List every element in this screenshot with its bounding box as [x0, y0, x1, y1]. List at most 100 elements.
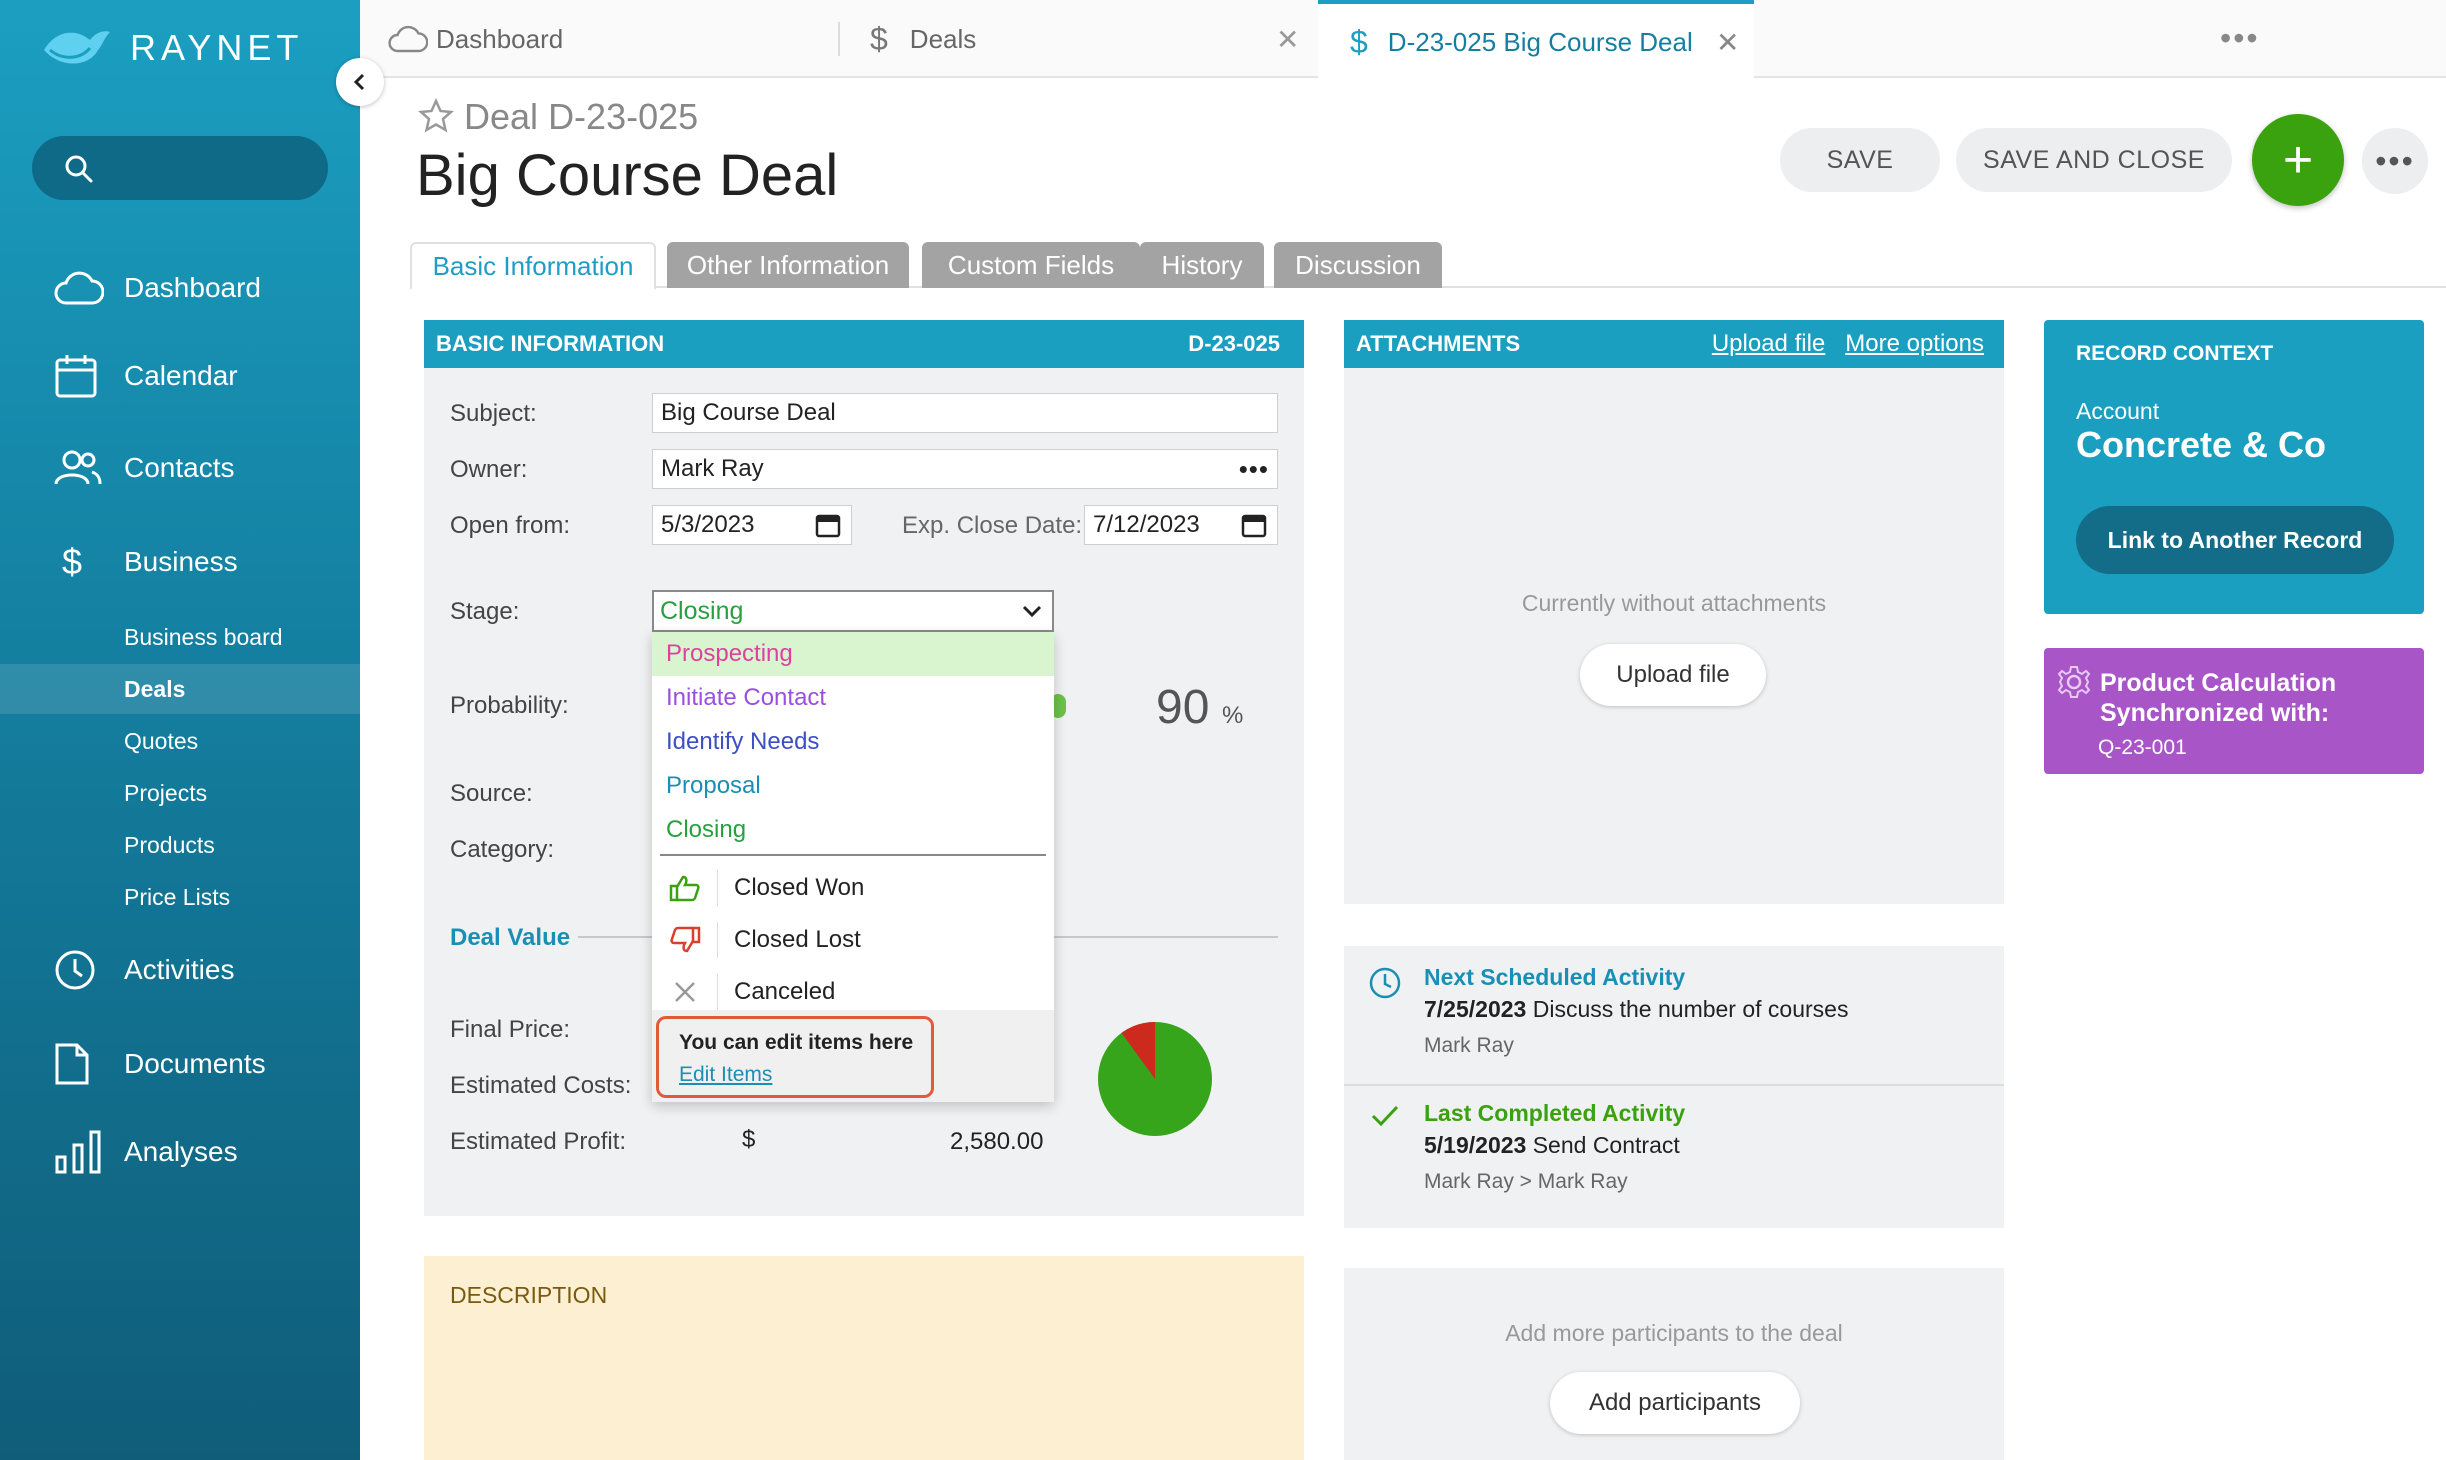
tab-close-icon[interactable]: ✕ — [1716, 26, 1739, 59]
stage-select[interactable]: Closing — [652, 590, 1054, 632]
exp-close-value: 7/12/2023 — [1093, 511, 1200, 538]
sidebar-item-label: Documents — [124, 1048, 266, 1079]
participants-panel: Add more participants to the deal Add pa… — [1344, 1268, 2004, 1460]
star-icon[interactable] — [418, 98, 454, 134]
stage-selected-value: Closing — [660, 596, 744, 625]
panel-title: ATTACHMENTS — [1356, 331, 1521, 356]
product-calculation-title: Product Calculation Synchronized with: — [2100, 669, 2337, 727]
subject-input[interactable]: Big Course Deal — [652, 393, 1278, 433]
owner-input[interactable]: Mark Ray ••• — [652, 449, 1278, 489]
tab-dashboard[interactable]: Dashboard — [388, 0, 828, 78]
open-from-date-input[interactable]: 5/3/2023 — [652, 505, 852, 545]
tab-other-information[interactable]: Other Information — [667, 242, 909, 288]
last-activity-title[interactable]: Last Completed Activity — [1424, 1100, 1685, 1127]
deal-value-heading: Deal Value — [450, 924, 571, 951]
stage-option-closed-lost[interactable]: Closed Lost — [652, 914, 1054, 966]
tab-history[interactable]: History — [1140, 242, 1264, 288]
stage-option-initiate-contact[interactable]: Initiate Contact — [652, 676, 1054, 720]
tabs-more-button[interactable]: ••• — [2220, 20, 2260, 57]
link-to-another-record-button[interactable]: Link to Another Record — [2076, 506, 2394, 574]
sidebar-item-dashboard[interactable]: Dashboard — [0, 258, 360, 318]
option-label: Closing — [666, 816, 747, 843]
thumbs-down-icon — [652, 922, 718, 958]
tab-discussion[interactable]: Discussion — [1274, 242, 1442, 288]
sidebar-item-business[interactable]: $ Business — [0, 532, 360, 592]
exp-close-date-input[interactable]: 7/12/2023 — [1084, 505, 1278, 545]
collapse-sidebar-button[interactable] — [336, 58, 384, 106]
edit-items-hint: You can edit items here Edit Items — [656, 1016, 934, 1098]
sidebar-subitem-products[interactable]: Products — [0, 820, 360, 870]
sidebar-item-calendar[interactable]: Calendar — [0, 346, 360, 406]
tab-deal-detail[interactable]: $ D-23-025 Big Course Deal ✕ — [1318, 0, 1754, 80]
record-id: D-23-025 — [548, 96, 699, 137]
stage-option-identify-needs[interactable]: Identify Needs — [652, 720, 1054, 764]
thumbs-up-icon — [652, 870, 718, 906]
account-label: Account — [2076, 398, 2160, 424]
sidebar-item-label: Calendar — [124, 360, 238, 391]
tab-label: Dashboard — [436, 23, 564, 54]
stage-option-proposal[interactable]: Proposal — [652, 764, 1054, 808]
dollar-icon: $ — [1350, 23, 1368, 60]
dollar-icon: $ — [62, 541, 83, 582]
probability-unit: % — [1222, 702, 1244, 729]
add-button[interactable]: + — [2252, 114, 2344, 206]
sidebar-subitem-deals[interactable]: Deals — [0, 664, 360, 714]
stage-option-closing[interactable]: Closing — [652, 808, 1054, 852]
stage-option-closed-won[interactable]: Closed Won — [652, 862, 1054, 914]
last-activity-line[interactable]: 5/19/2023 Send Contract — [1424, 1132, 1680, 1159]
more-options-link[interactable]: More options — [1845, 330, 1984, 358]
stage-label: Stage: — [450, 598, 520, 625]
next-activity-text: Discuss the number of courses — [1532, 996, 1849, 1022]
owner-more-icon[interactable]: ••• — [1239, 454, 1269, 485]
record-context-header: RECORD CONTEXT — [2076, 342, 2274, 365]
next-activity-line[interactable]: 7/25/2023 Discuss the number of courses — [1424, 996, 1848, 1023]
sidebar-item-analyses[interactable]: Analyses — [0, 1122, 360, 1182]
last-activity-text: Send Contract — [1532, 1132, 1680, 1158]
product-calculation-quote: Q-23-001 — [2098, 736, 2187, 759]
category-label: Category: — [450, 836, 555, 863]
activities-divider — [1344, 1084, 2004, 1086]
sidebar-subitem-quotes[interactable]: Quotes — [0, 716, 360, 766]
calendar-icon[interactable] — [815, 512, 841, 538]
sidebar-item-documents[interactable]: Documents — [0, 1034, 360, 1094]
sidebar-item-label: Business — [124, 546, 238, 577]
sidebar-subitem-price-lists[interactable]: Price Lists — [0, 872, 360, 922]
tab-divider — [838, 22, 840, 56]
cloud-icon — [54, 271, 116, 305]
sidebar-subitem-projects[interactable]: Projects — [0, 768, 360, 818]
final-price-label: Final Price: — [450, 1016, 571, 1043]
upload-file-link[interactable]: Upload file — [1712, 330, 1825, 358]
sidebar-item-activities[interactable]: Activities — [0, 940, 360, 1000]
tab-custom-fields[interactable]: Custom Fields — [922, 242, 1140, 288]
logo-text: RAYNET — [130, 27, 304, 68]
next-activity-date: 7/25/2023 — [1424, 996, 1527, 1022]
chevron-down-icon — [1022, 605, 1042, 618]
upload-file-button[interactable]: Upload file — [1580, 644, 1766, 706]
sidebar-subitem-business-board[interactable]: Business board — [0, 612, 360, 662]
option-label: Initiate Contact — [666, 684, 827, 711]
edit-items-link[interactable]: Edit Items — [679, 1063, 772, 1087]
raynet-logo[interactable]: RAYNET — [42, 26, 303, 70]
description-panel[interactable]: DESCRIPTION — [424, 1256, 1304, 1460]
calendar-icon[interactable] — [1241, 512, 1267, 538]
tab-deals-close-icon[interactable]: ✕ — [1276, 0, 1299, 78]
activities-panel: Next Scheduled Activity 7/25/2023 Discus… — [1344, 946, 2004, 1228]
next-activity-title[interactable]: Next Scheduled Activity — [1424, 964, 1685, 991]
save-button[interactable]: SAVE — [1780, 128, 1940, 192]
add-participants-button[interactable]: Add participants — [1550, 1372, 1800, 1434]
search-icon — [65, 155, 93, 183]
sidebar-item-label: Analyses — [124, 1136, 238, 1167]
more-options-button[interactable]: ••• — [2362, 128, 2428, 194]
estimated-profit-label: Estimated Profit: — [450, 1128, 627, 1155]
sidebar-search-input[interactable] — [32, 136, 328, 200]
record-context-panel: RECORD CONTEXT Account Concrete & Co Lin… — [2044, 320, 2424, 614]
tab-basic-information[interactable]: Basic Information — [410, 242, 656, 290]
stage-option-prospecting[interactable]: Prospecting — [652, 632, 1054, 676]
sidebar-item-label: Contacts — [124, 452, 235, 483]
product-calculation-card[interactable]: Product Calculation Synchronized with: Q… — [2044, 648, 2424, 774]
record-code: D-23-025 — [1188, 331, 1280, 356]
save-and-close-button[interactable]: SAVE AND CLOSE — [1956, 128, 2232, 192]
account-name-link[interactable]: Concrete & Co — [2076, 424, 2326, 466]
sidebar-item-contacts[interactable]: Contacts — [0, 438, 360, 498]
profit-pie-chart — [1098, 1022, 1212, 1136]
